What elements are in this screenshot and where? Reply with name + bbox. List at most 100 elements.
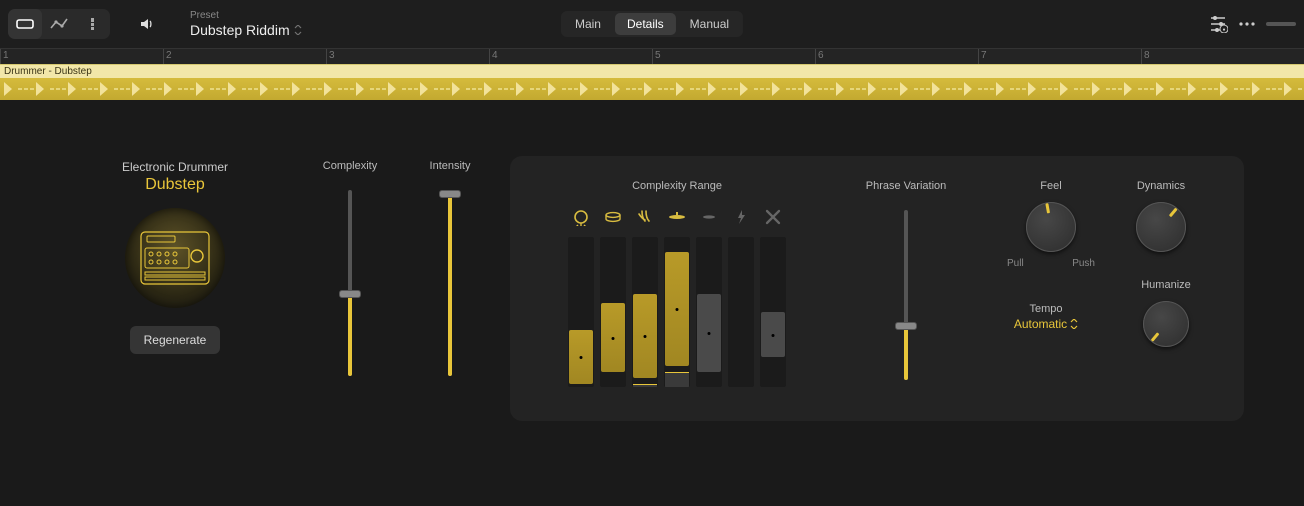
drummer-section: Electronic Drummer Dubstep Regenerate (60, 156, 290, 354)
beat-marker (1092, 82, 1099, 96)
right-panel: Complexity Range Phrase Variation Feel P… (510, 156, 1244, 421)
timeline-ruler[interactable]: 12345678 (0, 48, 1304, 64)
snare-icon[interactable] (604, 208, 622, 229)
complexity-range-bar[interactable] (632, 237, 658, 387)
beat-marker (1060, 82, 1067, 96)
more-icon[interactable] (1238, 21, 1256, 27)
dynamics-block: Dynamics (1111, 180, 1211, 269)
beat-marker (420, 82, 427, 96)
beat-marker (612, 82, 619, 96)
kick-icon[interactable] (572, 208, 590, 229)
phrase-variation-section: Phrase Variation (856, 180, 956, 380)
regenerate-button[interactable]: Regenerate (130, 326, 221, 354)
beat-marker (580, 82, 587, 96)
settings-icon[interactable]: ● (1208, 15, 1228, 33)
humanize-label: Humanize (1116, 279, 1216, 291)
ruler-bar[interactable]: 8 (1141, 49, 1304, 64)
beat-marker (964, 82, 971, 96)
view-mode-group (8, 9, 110, 39)
complexity-label: Complexity (310, 160, 390, 172)
complexity-slider[interactable] (348, 190, 352, 376)
top-toolbar: Preset Dubstep Riddim Main Details Manua… (0, 0, 1304, 48)
instrument-icon-row (538, 208, 816, 229)
beat-marker (1188, 82, 1195, 96)
drummer-genre[interactable]: Dubstep (60, 176, 290, 194)
beat-marker (1252, 82, 1259, 96)
beat-marker (68, 82, 75, 96)
view-tabs: Main Details Manual (561, 11, 743, 37)
automation-view-button[interactable] (42, 9, 76, 39)
beat-marker (740, 82, 747, 96)
intensity-slider[interactable] (448, 190, 452, 376)
tab-main[interactable]: Main (563, 13, 613, 35)
fx-icon[interactable] (732, 208, 750, 229)
intensity-slider-section: Intensity (410, 156, 490, 376)
beat-marker (324, 82, 331, 96)
ruler-bar[interactable]: 4 (489, 49, 652, 64)
complexity-range-bar[interactable] (568, 237, 594, 387)
beat-marker (164, 82, 171, 96)
complexity-slider-section: Complexity (310, 156, 390, 376)
feel-label: Feel (1001, 180, 1101, 192)
complexity-range-bar[interactable] (600, 237, 626, 387)
preset-selector[interactable]: Preset Dubstep Riddim (190, 10, 302, 38)
complexity-range-bar[interactable] (760, 237, 786, 387)
beat-marker (292, 82, 299, 96)
preset-name: Dubstep Riddim (190, 22, 302, 38)
beat-marker (452, 82, 459, 96)
complexity-range-bar[interactable] (696, 237, 722, 387)
tempo-value-text: Automatic (1014, 317, 1067, 331)
region-title[interactable]: Drummer - Dubstep (0, 64, 1304, 78)
preset-name-text: Dubstep Riddim (190, 22, 290, 38)
beat-marker (1220, 82, 1227, 96)
beat-marker (836, 82, 843, 96)
clap-icon[interactable] (636, 208, 654, 229)
ruler-bar[interactable]: 3 (326, 49, 489, 64)
complexity-range-bar[interactable] (664, 237, 690, 387)
drummer-avatar[interactable] (125, 208, 225, 308)
cymbal-icon[interactable] (700, 208, 718, 229)
tempo-block[interactable]: Tempo Automatic (996, 303, 1096, 331)
list-view-button[interactable] (76, 9, 110, 39)
hihat-icon[interactable] (668, 208, 686, 229)
ruler-bar[interactable]: 7 (978, 49, 1141, 64)
ruler-bar[interactable]: 1 (0, 49, 163, 64)
phrase-variation-slider[interactable] (904, 210, 908, 380)
intensity-label: Intensity (410, 160, 490, 172)
ruler-bar[interactable]: 5 (652, 49, 815, 64)
toolbar-right: ● (1208, 15, 1296, 33)
ruler-bar[interactable]: 6 (815, 49, 978, 64)
toolbar-left: Preset Dubstep Riddim (8, 9, 302, 39)
preset-label: Preset (190, 10, 302, 22)
perc-icon[interactable] (764, 208, 782, 229)
updown-icon (1070, 319, 1078, 329)
humanize-knob[interactable] (1143, 301, 1189, 347)
complexity-range-bars (538, 237, 816, 387)
drummer-type-label: Electronic Drummer (60, 160, 290, 174)
beat-marker (996, 82, 1003, 96)
feel-pull-label: Pull (1007, 258, 1024, 269)
dynamics-knob[interactable] (1136, 202, 1186, 252)
beat-marker (644, 82, 651, 96)
region-view-button[interactable] (8, 9, 42, 39)
panel-drag-handle[interactable] (1266, 22, 1296, 26)
feel-knob[interactable] (1026, 202, 1076, 252)
beat-marker (260, 82, 267, 96)
phrase-variation-label: Phrase Variation (856, 180, 956, 192)
beat-marker (1156, 82, 1163, 96)
volume-icon[interactable] (130, 9, 164, 39)
beat-marker (388, 82, 395, 96)
ruler-bar[interactable]: 2 (163, 49, 326, 64)
beat-marker (868, 82, 875, 96)
complexity-range-title: Complexity Range (538, 180, 816, 192)
complexity-range-bar[interactable] (728, 237, 754, 387)
beat-marker (804, 82, 811, 96)
beat-marker (196, 82, 203, 96)
tempo-label: Tempo (996, 303, 1096, 315)
region-waveform[interactable] (0, 78, 1304, 100)
knob-section: Feel Pull Push Dynamics Tempo Automati (996, 180, 1216, 347)
beat-marker (772, 82, 779, 96)
tab-details[interactable]: Details (615, 13, 676, 35)
beat-marker (548, 82, 555, 96)
tab-manual[interactable]: Manual (678, 13, 741, 35)
